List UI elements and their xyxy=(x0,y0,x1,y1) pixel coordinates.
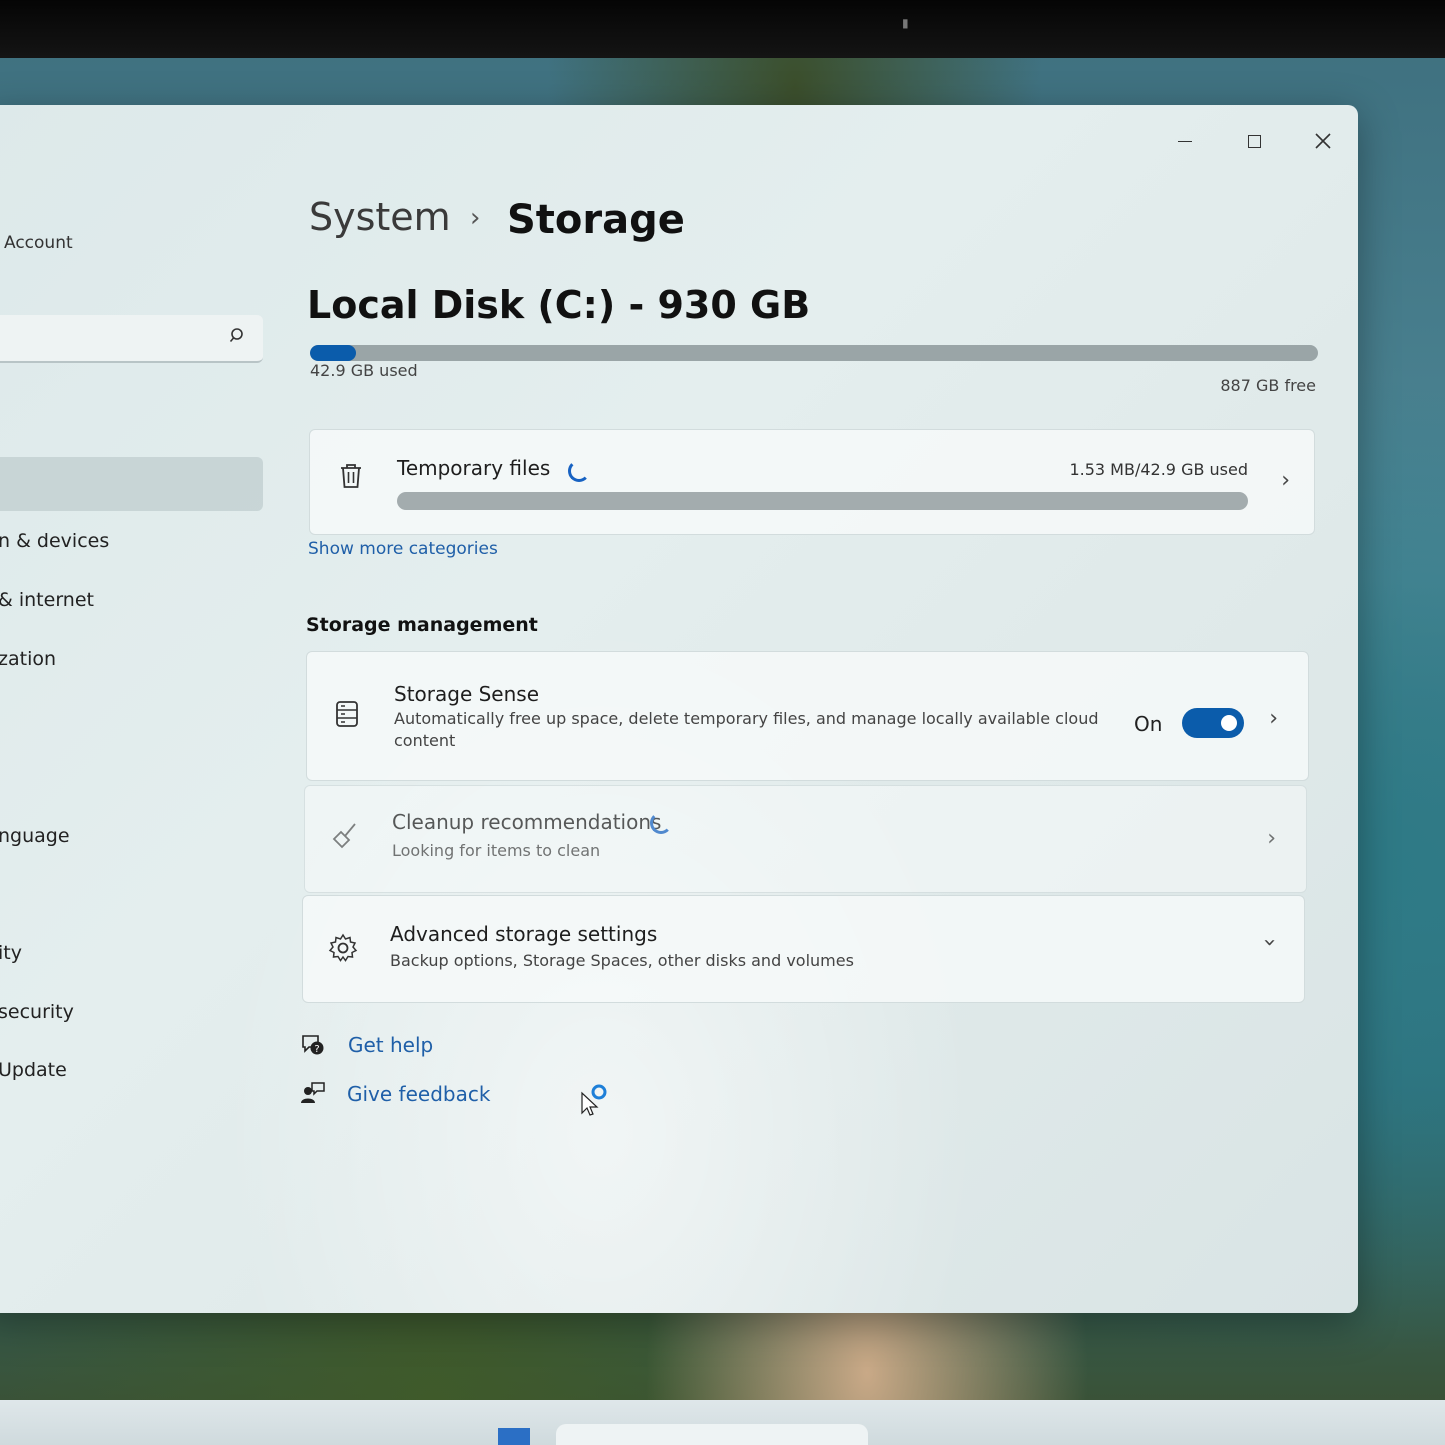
sidebar-item-network-internet[interactable]: & internet xyxy=(0,589,94,611)
account-label[interactable]: Account xyxy=(4,233,73,253)
sidebar-item-windows-update[interactable]: Update xyxy=(0,1059,67,1081)
storage-management-heading: Storage management xyxy=(306,614,538,636)
toggle-knob xyxy=(1221,715,1237,731)
breadcrumb-separator: › xyxy=(470,203,481,233)
maximize-button[interactable] xyxy=(1231,123,1277,159)
mouse-cursor-busy-icon xyxy=(581,1084,607,1116)
storage-sense-title: Storage Sense xyxy=(394,682,540,706)
disk-usage-bar xyxy=(310,345,1318,361)
sidebar-item-accessibility[interactable]: ity xyxy=(0,942,22,964)
storage-sense-toggle[interactable] xyxy=(1182,708,1244,738)
settings-window: Account n & devices & internet zation ng… xyxy=(0,105,1358,1313)
cleanup-recommendations-description: Looking for items to clean xyxy=(392,841,601,860)
cleanup-recommendations-card[interactable]: Cleanup recommendations Looking for item… xyxy=(304,785,1307,893)
maximize-icon xyxy=(1247,134,1261,148)
loading-spinner-icon xyxy=(650,812,672,834)
close-icon xyxy=(1315,133,1331,149)
start-button[interactable] xyxy=(498,1428,530,1445)
temporary-files-bar xyxy=(397,492,1248,510)
sidebar-item-time-language[interactable]: nguage xyxy=(0,825,70,847)
chevron-right-icon: › xyxy=(1269,706,1278,731)
storage-sense-toggle-label: On xyxy=(1134,712,1163,736)
minimize-button[interactable] xyxy=(1162,123,1208,159)
storage-sense-description: Automatically free up space, delete temp… xyxy=(394,709,1099,750)
sidebar-search-input[interactable] xyxy=(0,315,263,363)
advanced-storage-settings-card[interactable]: Advanced storage settings Backup options… xyxy=(302,895,1305,1003)
chevron-down-icon: › xyxy=(1257,938,1283,947)
chevron-right-icon: › xyxy=(1267,826,1276,851)
give-feedback-link[interactable]: Give feedback xyxy=(347,1082,490,1106)
page-title: Storage xyxy=(507,197,685,243)
storage-icon xyxy=(336,701,358,727)
gear-icon xyxy=(328,933,358,962)
sidebar-item-privacy-security[interactable]: security xyxy=(0,1001,74,1023)
advanced-storage-settings-description: Backup options, Storage Spaces, other di… xyxy=(390,951,854,970)
breadcrumb-system[interactable]: System xyxy=(309,195,451,239)
minimize-icon xyxy=(1178,140,1192,142)
cleanup-recommendations-title: Cleanup recommendations xyxy=(392,810,662,834)
loading-spinner-icon xyxy=(568,460,590,482)
camera-indicator: ▮ xyxy=(902,16,909,30)
show-more-categories-link[interactable]: Show more categories xyxy=(308,539,498,559)
get-help-link[interactable]: Get help xyxy=(348,1033,433,1057)
monitor-bezel: ▮ xyxy=(0,0,1445,58)
disk-usage-fill xyxy=(310,345,357,361)
disk-used-label: 42.9 GB used xyxy=(310,361,418,380)
taskbar-search-box[interactable] xyxy=(556,1424,868,1445)
close-button[interactable] xyxy=(1300,123,1346,159)
disk-title: Local Disk (C:) - 930 GB xyxy=(307,283,811,327)
temporary-files-size: 1.53 MB/42.9 GB used xyxy=(1069,460,1248,479)
svg-text:?: ? xyxy=(314,1044,319,1055)
temporary-files-title: Temporary files xyxy=(397,456,551,480)
trash-icon xyxy=(341,464,361,488)
broom-icon xyxy=(332,823,356,849)
taskbar xyxy=(0,1400,1445,1445)
help-icon: ? xyxy=(302,1035,324,1055)
chevron-right-icon: › xyxy=(1281,468,1290,493)
search-icon xyxy=(229,328,243,343)
disk-free-label: 887 GB free xyxy=(1220,376,1316,395)
sidebar-item-bluetooth-devices[interactable]: n & devices xyxy=(0,530,109,552)
temporary-files-card[interactable]: Temporary files 1.53 MB/42.9 GB used › xyxy=(309,429,1315,535)
sidebar-item-personalization[interactable]: zation xyxy=(0,648,56,670)
feedback-icon xyxy=(301,1082,325,1103)
sidebar-item-system-selected[interactable] xyxy=(0,457,263,511)
advanced-storage-settings-title: Advanced storage settings xyxy=(390,922,658,946)
storage-sense-card[interactable]: Storage Sense Automatically free up spac… xyxy=(306,651,1309,781)
